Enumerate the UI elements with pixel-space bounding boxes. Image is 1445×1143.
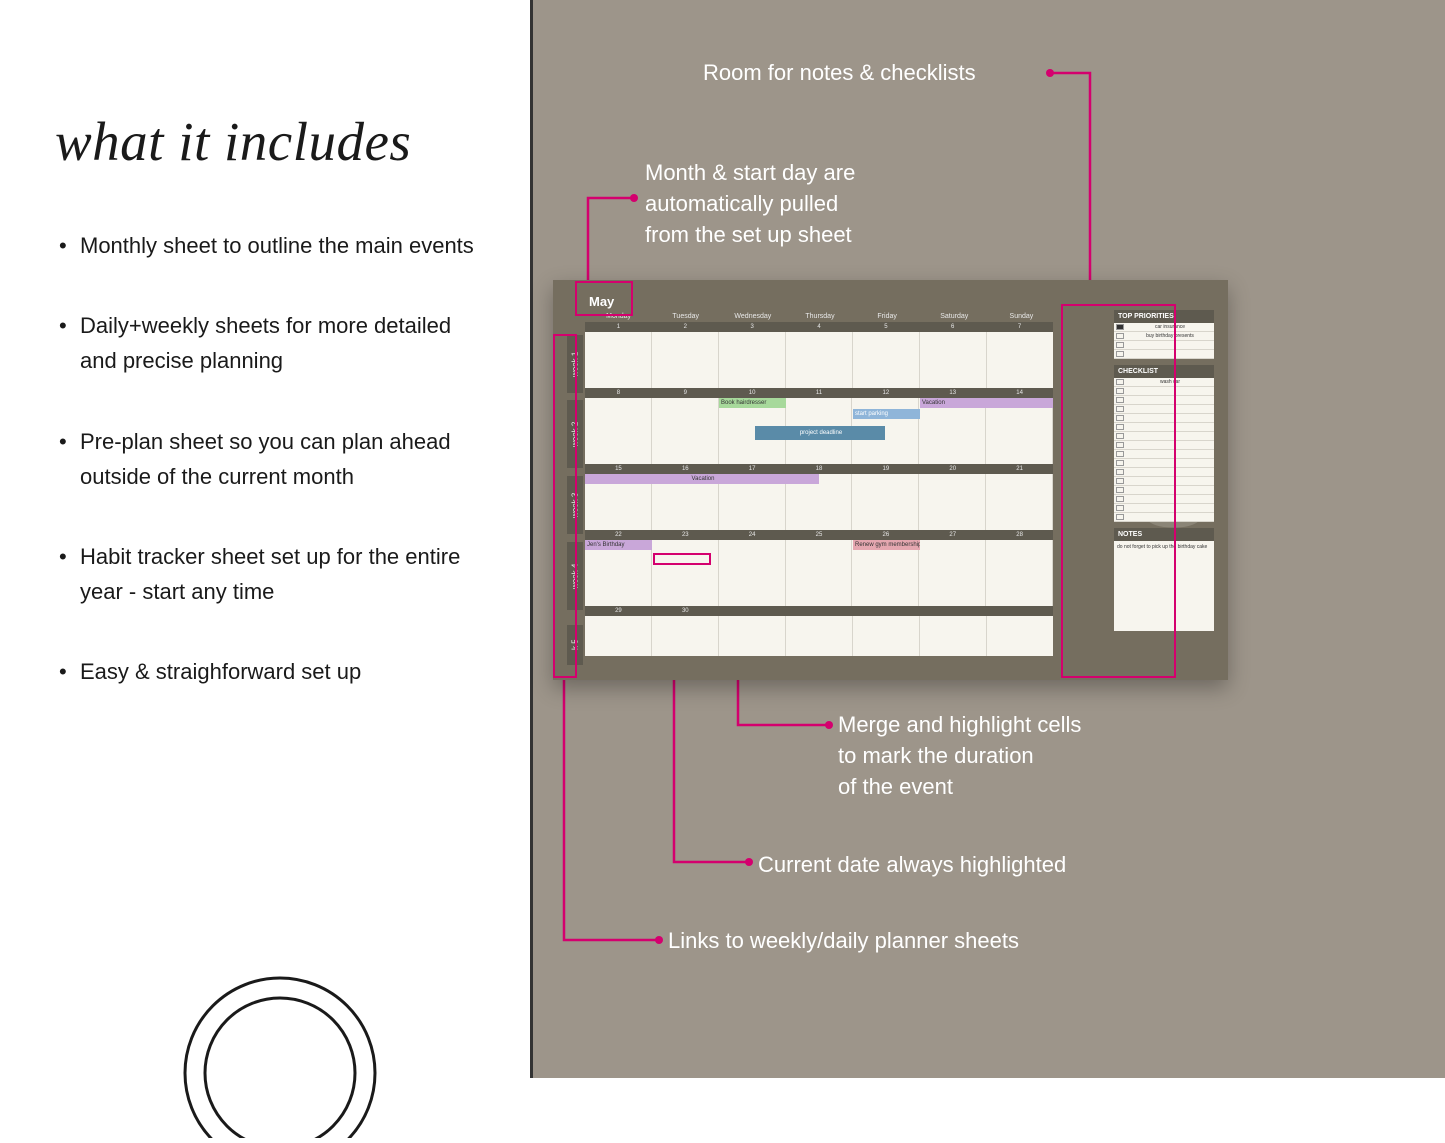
calendar-grid: 1234567 891011121314 Book hairdresser st… xyxy=(585,322,1053,656)
week-row xyxy=(585,616,1053,656)
week-tab: k 5 xyxy=(567,625,583,665)
checklist-title: CHECKLIST xyxy=(1114,365,1214,378)
day-header: Saturday xyxy=(921,313,988,320)
notes-title: NOTES xyxy=(1114,528,1214,541)
date-row: 22232425262728 xyxy=(585,530,1053,540)
day-header: Monday xyxy=(585,313,652,320)
event-parking: start parking xyxy=(853,409,920,419)
checklist-box: CHECKLIST wash car xyxy=(1114,365,1214,522)
priorities-title: TOP PRIORITIES xyxy=(1114,310,1214,323)
week-tab: week 1 xyxy=(567,335,583,393)
date-row: 2930 xyxy=(585,606,1053,616)
date-row: 891011121314 xyxy=(585,388,1053,398)
day-header: Sunday xyxy=(988,313,1055,320)
calendar-day-header: Monday Tuesday Wednesday Thursday Friday… xyxy=(585,313,1055,320)
calendar-month: May xyxy=(589,294,614,309)
event-birthday: Jen's Birthday xyxy=(585,540,652,550)
annotation-month: Month & start day are automatically pull… xyxy=(645,158,855,250)
bullet-list: Monthly sheet to outline the main events… xyxy=(55,228,490,690)
bullet-item: Habit tracker sheet set up for the entir… xyxy=(55,539,490,609)
week-tab: week 4 xyxy=(567,542,583,610)
arc-decoration xyxy=(170,918,390,1138)
annotation-links: Links to weekly/daily planner sheets xyxy=(668,926,1019,957)
event-hairdresser: Book hairdresser xyxy=(719,398,786,408)
notes-body: do not forget to pick up the birthday ca… xyxy=(1114,541,1214,631)
date-row: 1234567 xyxy=(585,322,1053,332)
week-row: Vacation xyxy=(585,474,1053,530)
day-header: Tuesday xyxy=(652,313,719,320)
bullet-item: Daily+weekly sheets for more detailed an… xyxy=(55,308,490,378)
priorities-box: TOP PRIORITIES car insurance buy birthda… xyxy=(1114,310,1214,359)
annotation-notes: Room for notes & checklists xyxy=(703,58,976,89)
calendar-preview: May 2023 Monday Tuesday Wednesday Thursd… xyxy=(553,280,1228,680)
week-tab: week 3 xyxy=(567,476,583,534)
bullet-item: Pre-plan sheet so you can plan ahead out… xyxy=(55,424,490,494)
annotation-current: Current date always highlighted xyxy=(758,850,1066,881)
annotation-merge: Merge and highlight cells to mark the du… xyxy=(838,710,1081,802)
day-header: Friday xyxy=(854,313,921,320)
event-vacation: Vacation xyxy=(920,398,1053,408)
event-deadline: project deadline xyxy=(755,426,885,440)
bullet-item: Easy & straighforward set up xyxy=(55,654,490,689)
day-header: Thursday xyxy=(786,313,853,320)
left-panel: what it includes Monthly sheet to outlin… xyxy=(0,0,530,1078)
event-vacation-cont: Vacation xyxy=(585,474,819,484)
bullet-item: Monthly sheet to outline the main events xyxy=(55,228,490,263)
page-heading: what it includes xyxy=(55,110,490,173)
week-row: Jen's Birthday Renew gym membership xyxy=(585,540,1053,606)
calendar-sidebar: TOP PRIORITIES car insurance buy birthda… xyxy=(1114,310,1214,637)
day-header: Wednesday xyxy=(719,313,786,320)
date-row: 15161718192021 xyxy=(585,464,1053,474)
notes-box: NOTES do not forget to pick up the birth… xyxy=(1114,528,1214,631)
event-gym: Renew gym membership xyxy=(853,540,920,550)
week-tab: week 2 xyxy=(567,400,583,468)
week-row xyxy=(585,332,1053,388)
right-panel: Room for notes & checklists Month & star… xyxy=(530,0,1445,1078)
week-row: Book hairdresser start parking Vacation … xyxy=(585,398,1053,464)
